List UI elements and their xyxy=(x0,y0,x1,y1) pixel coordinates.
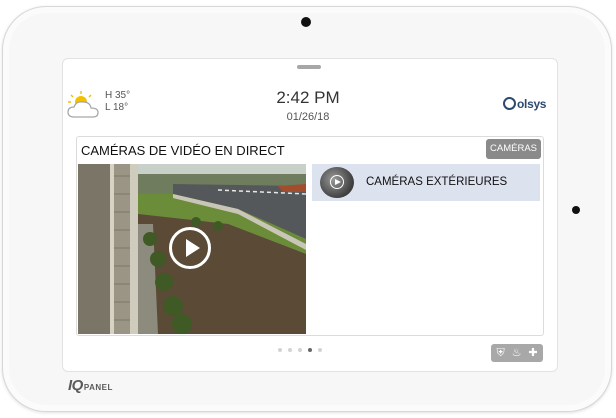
page-dot-active[interactable] xyxy=(308,348,312,352)
medical-cross-icon: ✚ xyxy=(528,346,538,359)
clock: 2:42 PM 01/26/18 xyxy=(253,88,363,123)
camera-list-item-exterior[interactable]: CAMÉRAS EXTÉRIEURES xyxy=(312,164,540,201)
mini-play-icon xyxy=(330,175,344,189)
cameras-button[interactable]: CAMÉRAS xyxy=(486,139,541,159)
page-indicator[interactable] xyxy=(278,348,322,354)
camera-list-item-label: CAMÉRAS EXTÉRIEURES xyxy=(366,176,508,188)
camera-list: CAMÉRAS EXTÉRIEURES xyxy=(312,164,540,201)
iq-panel-brand: IQPANEL xyxy=(68,377,113,394)
weather-low: L 18° xyxy=(105,102,129,113)
qolsys-logo: olsys xyxy=(503,97,546,111)
card-title: CAMÉRAS DE VIDÉO EN DIRECT xyxy=(81,143,285,158)
brand-main: IQ xyxy=(68,377,83,394)
live-video-preview[interactable] xyxy=(78,164,306,334)
shield-icon: ⛨ xyxy=(496,346,505,359)
side-sensor xyxy=(572,206,580,214)
page-dot[interactable] xyxy=(318,348,322,352)
screen: H 35° L 18° 2:42 PM 01/26/18 olsys CAMÉR… xyxy=(62,58,558,372)
date-display: 01/26/18 xyxy=(286,111,330,123)
front-camera-lens xyxy=(301,17,311,27)
live-video-card: CAMÉRAS DE VIDÉO EN DIRECT CAMÉRAS CAMÉR… xyxy=(76,136,544,336)
logo-text: olsys xyxy=(517,97,547,111)
page-dot[interactable] xyxy=(298,348,302,352)
pull-down-handle[interactable] xyxy=(297,65,321,69)
weather-high: H 35° xyxy=(105,90,131,101)
play-video-button[interactable] xyxy=(169,227,211,269)
camera-thumbnail-icon xyxy=(320,167,354,198)
emergency-button[interactable]: ⛨ ♨ ✚ xyxy=(491,344,543,362)
time-display: 2:42 PM xyxy=(276,88,340,107)
page-dot[interactable] xyxy=(288,348,292,352)
brand-sub: PANEL xyxy=(83,383,113,392)
flame-icon: ♨ xyxy=(511,346,522,359)
page-dot[interactable] xyxy=(278,348,282,352)
qolsys-q-icon xyxy=(503,97,516,110)
weather-widget[interactable]: H 35° L 18° xyxy=(65,88,135,122)
sun-cloud-icon xyxy=(67,91,99,118)
